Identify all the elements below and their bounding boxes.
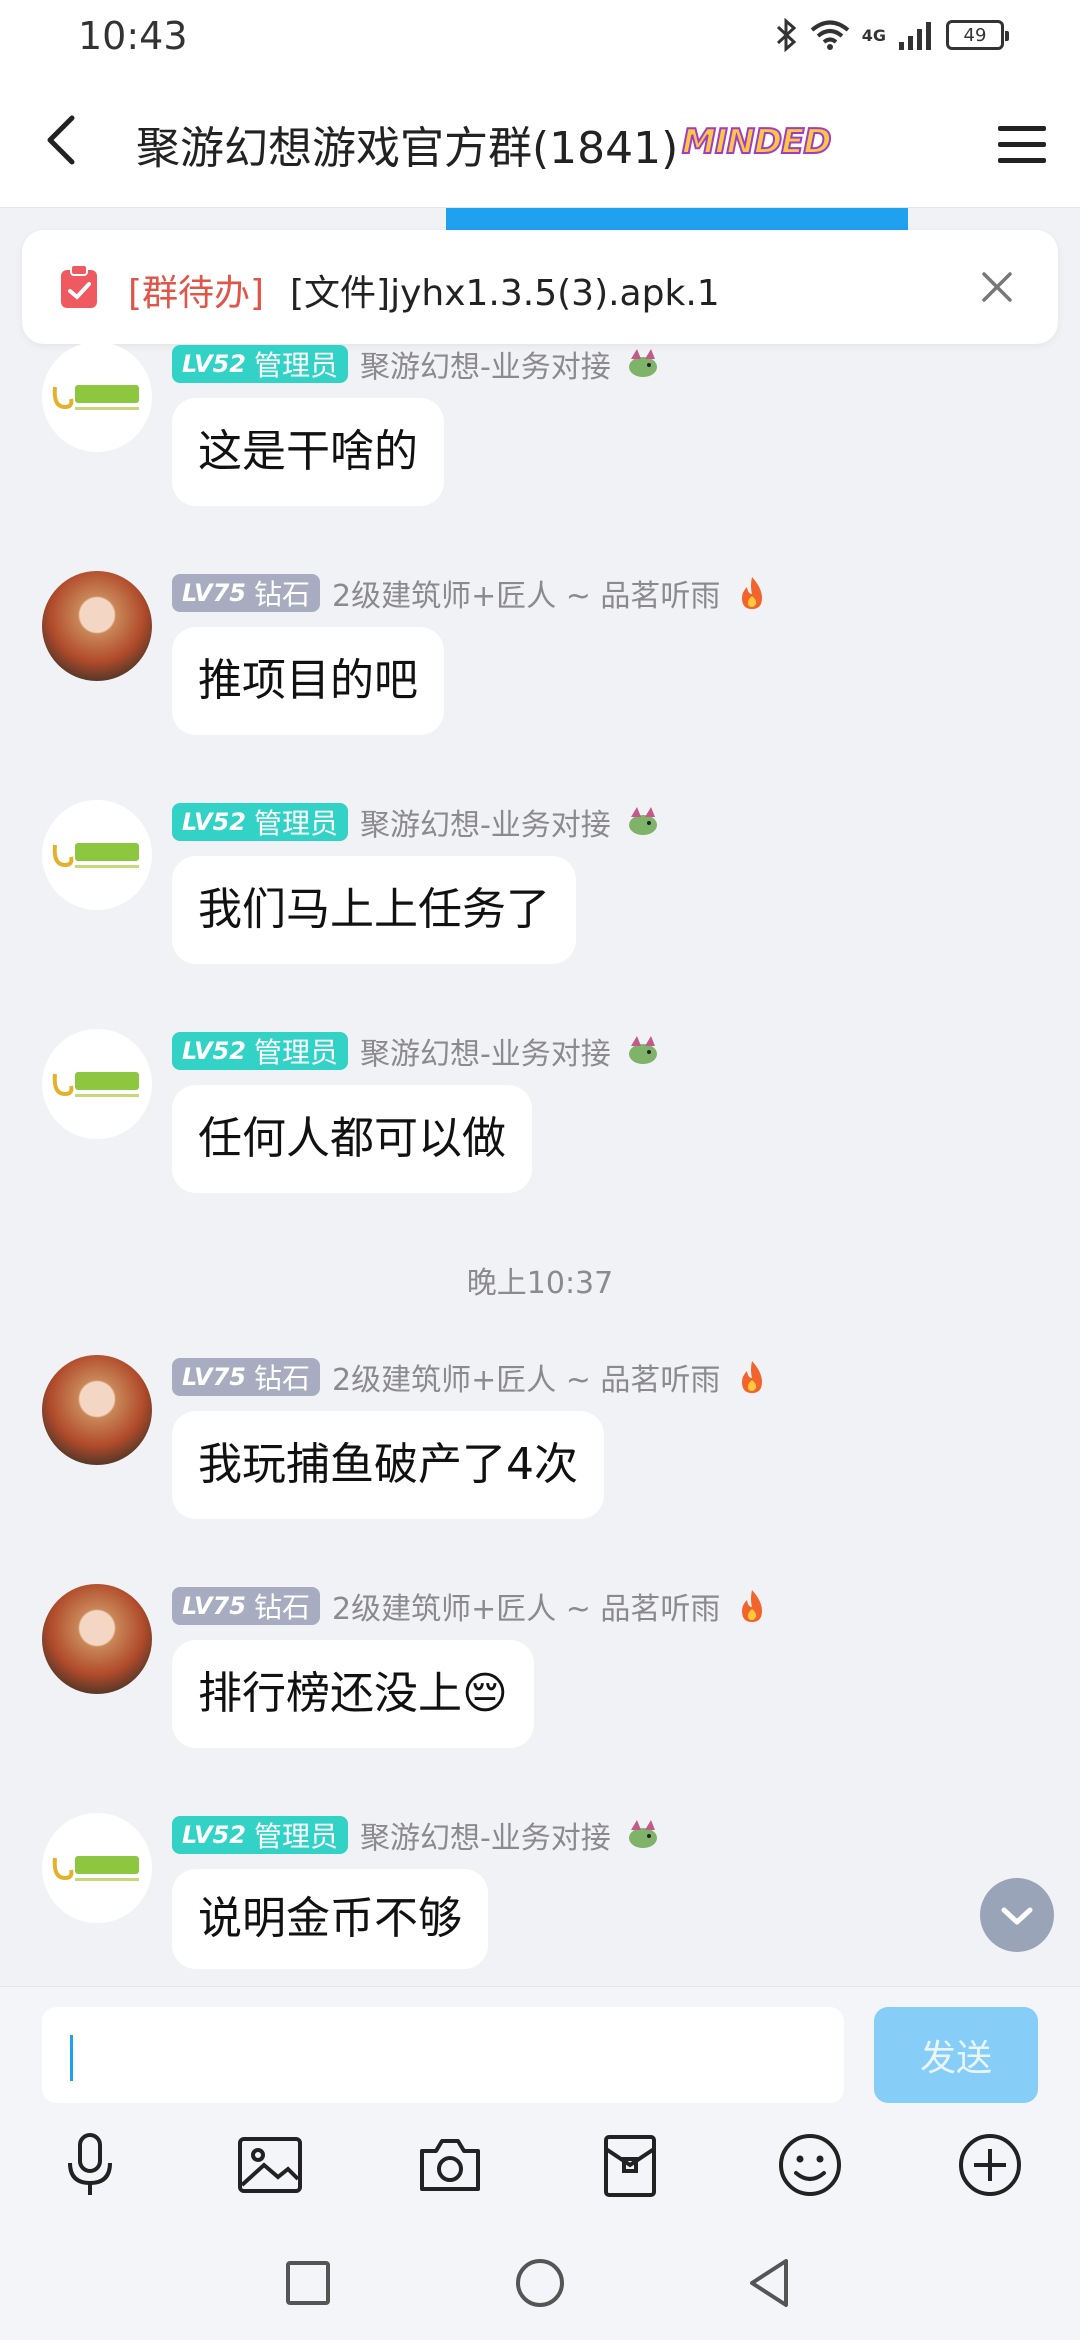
sender-name: 2级建筑师+匠人 ~ 品茗听雨 — [331, 579, 721, 614]
camera-icon[interactable] — [414, 2129, 486, 2201]
sender-info: LV52 管理员 聚游幻想-业务对接 — [172, 1031, 663, 1072]
fire-icon — [742, 577, 763, 609]
sender-info: LV75 钻石 2级建筑师+匠人 ~ 品茗听雨 — [172, 1357, 772, 1398]
dragon-icon — [628, 349, 657, 377]
sender-name: 聚游幻想-业务对接 — [359, 1821, 611, 1856]
minded-badge: MINDED — [681, 121, 833, 163]
avatar[interactable] — [42, 571, 152, 681]
sender-name: 聚游幻想-业务对接 — [359, 350, 611, 385]
level-badge: LV75 钻石 — [172, 1358, 320, 1396]
image-icon[interactable] — [234, 2129, 306, 2201]
juyou-logo-icon — [52, 385, 139, 410]
message-bubble[interactable]: 说明金币不够 — [172, 1869, 488, 1969]
status-time: 10:43 — [78, 14, 188, 58]
sender-name: 2级建筑师+匠人 ~ 品茗听雨 — [331, 1592, 721, 1627]
juyou-logo-icon — [52, 1856, 139, 1881]
sender-info: LV52 管理员 聚游幻想-业务对接 — [172, 802, 663, 843]
emoji-icon[interactable] — [774, 2129, 846, 2201]
network-type: 4G — [861, 25, 886, 45]
level-badge: LV52 管理员 — [172, 1816, 348, 1854]
avatar[interactable] — [42, 1355, 152, 1465]
back-arrow-icon[interactable] — [34, 110, 94, 170]
battery-icon: 49 — [946, 20, 1009, 50]
message-bubble[interactable]: 这是干啥的 — [172, 398, 444, 506]
avatar[interactable] — [42, 1584, 152, 1694]
message-bubble[interactable]: 推项目的吧 — [172, 627, 444, 735]
scroll-to-bottom-button[interactable] — [980, 1878, 1054, 1952]
juyou-logo-icon — [52, 843, 139, 868]
level-badge: LV75 钻石 — [172, 1587, 320, 1625]
level-badge: LV52 管理员 — [172, 345, 348, 383]
status-bar: 10:43 4G 49 — [0, 0, 1080, 80]
send-button[interactable]: 发送 — [874, 2007, 1038, 2103]
avatar[interactable] — [42, 342, 152, 452]
sender-info: LV52 管理员 聚游幻想-业务对接 — [172, 1815, 663, 1856]
close-icon[interactable] — [976, 266, 1018, 308]
back-nav-icon[interactable] — [740, 2253, 800, 2313]
dragon-icon — [628, 1820, 657, 1848]
chevron-down-icon — [1001, 1907, 1033, 1925]
signal-icon — [899, 22, 931, 50]
level-badge: LV75 钻石 — [172, 574, 320, 612]
level-badge: LV52 管理员 — [172, 803, 348, 841]
bluetooth-icon — [776, 18, 796, 52]
menu-icon[interactable] — [994, 116, 1050, 172]
todo-tag: [群待办] — [128, 273, 265, 314]
composer: 发送 — [0, 1986, 1080, 2340]
message-input[interactable] — [42, 2007, 844, 2103]
hidden-message-strip — [446, 208, 908, 232]
dragon-icon — [628, 807, 657, 835]
fire-icon — [742, 1590, 763, 1622]
juyou-logo-icon — [52, 1072, 139, 1097]
fire-icon — [742, 1361, 763, 1393]
message-bubble[interactable]: 任何人都可以做 — [172, 1085, 532, 1193]
level-badge: LV52 管理员 — [172, 1032, 348, 1070]
sender-name: 聚游幻想-业务对接 — [359, 808, 611, 843]
system-nav-bar — [0, 2241, 1080, 2340]
red-packet-icon[interactable] — [594, 2129, 666, 2201]
avatar[interactable] — [42, 1813, 152, 1923]
sender-name: 2级建筑师+匠人 ~ 品茗听雨 — [331, 1363, 721, 1398]
system-icons: 4G 49 — [774, 18, 1009, 52]
battery-level: 49 — [963, 24, 987, 46]
dragon-icon — [628, 1036, 657, 1064]
message-bubble[interactable]: 我们马上上任务了 — [172, 856, 576, 964]
input-toolbar — [0, 2129, 1080, 2213]
todo-clipboard-icon — [61, 264, 97, 308]
time-divider: 晚上10:37 — [466, 1266, 614, 1301]
group-title: 聚游幻想游戏官方群(1841) — [136, 123, 679, 174]
todo-file-name: [文件]jyhx1.3.5(3).apk.1 — [290, 273, 720, 314]
sender-name: 聚游幻想-业务对接 — [359, 1037, 611, 1072]
sender-info: LV75 钻石 2级建筑师+匠人 ~ 品茗听雨 — [172, 573, 772, 614]
pinned-todo-banner[interactable]: [群待办] [文件]jyhx1.3.5(3).apk.1 — [22, 230, 1058, 344]
chat-header: 聚游幻想游戏官方群(1841) MINDED — [0, 80, 1080, 208]
message-bubble[interactable]: 我玩捕鱼破产了4次 — [172, 1411, 604, 1519]
home-icon[interactable] — [510, 2253, 570, 2313]
microphone-icon[interactable] — [54, 2129, 126, 2201]
text-caret — [70, 2035, 73, 2081]
sender-info: LV75 钻石 2级建筑师+匠人 ~ 品茗听雨 — [172, 1586, 772, 1627]
wifi-icon — [810, 20, 850, 50]
plus-circle-icon[interactable] — [954, 2129, 1026, 2201]
recent-apps-icon[interactable] — [278, 2253, 338, 2313]
avatar[interactable] — [42, 800, 152, 910]
message-bubble[interactable]: 排行榜还没上😔 — [172, 1640, 534, 1748]
sender-info: LV52 管理员 聚游幻想-业务对接 — [172, 344, 663, 385]
avatar[interactable] — [42, 1029, 152, 1139]
